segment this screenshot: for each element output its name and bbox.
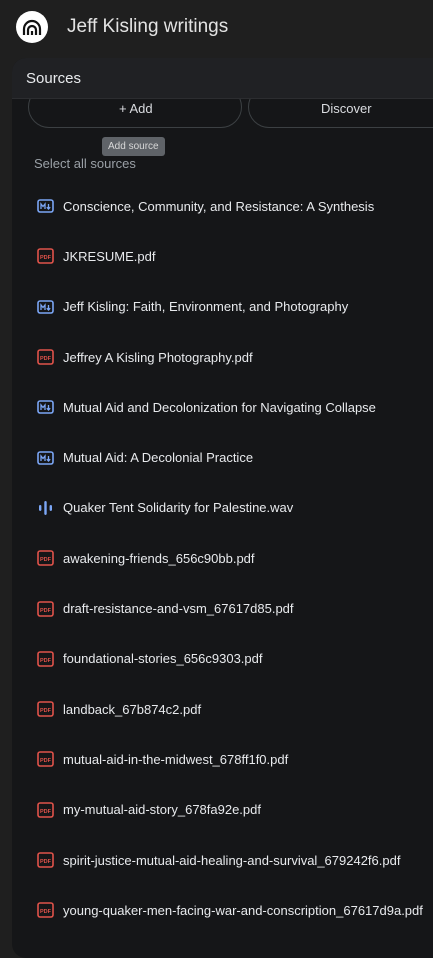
source-item[interactable]: PDF young-quaker-men-facing-war-and-consc… xyxy=(12,885,433,935)
markdown-icon xyxy=(36,299,54,315)
source-item[interactable]: PDF mutual-aid-in-the-midwest_678ff1f0.pd… xyxy=(12,734,433,784)
source-name: young-quaker-men-facing-war-and-conscrip… xyxy=(63,902,423,918)
svg-text:PDF: PDF xyxy=(40,608,52,614)
source-name: draft-resistance-and-vsm_67617d85.pdf xyxy=(63,601,294,617)
source-list: Conscience, Community, and Resistance: A… xyxy=(12,181,433,935)
source-item[interactable]: PDF draft-resistance-and-vsm_67617d85.pdf xyxy=(12,583,433,633)
source-name: Jeffrey A Kisling Photography.pdf xyxy=(63,349,253,365)
pdf-icon: PDF xyxy=(36,600,54,617)
markdown-icon xyxy=(36,399,54,415)
notebook-title[interactable]: Jeff Kisling writings xyxy=(67,16,228,38)
source-name: mutual-aid-in-the-midwest_678ff1f0.pdf xyxy=(63,751,289,767)
pdf-icon: PDF xyxy=(36,248,54,265)
pdf-icon: PDF xyxy=(36,651,54,667)
source-name: landback_67b874c2.pdf xyxy=(63,701,202,717)
svg-text:PDF: PDF xyxy=(40,859,52,865)
source-name: awakening-friends_656c90bb.pdf xyxy=(63,550,255,566)
source-item[interactable]: Mutual Aid and Decolonization for Naviga… xyxy=(12,382,433,432)
source-item[interactable]: PDF Jeffrey A Kisling Photography.pdf xyxy=(12,332,433,382)
pdf-icon: PDF xyxy=(36,852,54,868)
app-header: Jeff Kisling writings xyxy=(0,0,433,56)
panel-title: Sources xyxy=(26,70,82,87)
svg-text:PDF: PDF xyxy=(40,658,52,664)
source-item[interactable]: PDF spirit-justice-mutual-aid-healing-and… xyxy=(12,835,433,885)
svg-text:PDF: PDF xyxy=(40,909,52,915)
pdf-icon: PDF xyxy=(36,801,54,818)
pdf-icon: PDF xyxy=(36,902,54,919)
svg-text:PDF: PDF xyxy=(40,356,52,362)
source-item[interactable]: PDF JKRESUME.pdf xyxy=(12,231,433,281)
pdf-icon: PDF xyxy=(36,550,54,567)
source-name: Mutual Aid and Decolonization for Naviga… xyxy=(63,399,376,415)
svg-text:PDF: PDF xyxy=(40,255,52,261)
svg-text:PDF: PDF xyxy=(40,708,52,714)
source-name: Jeff Kisling: Faith, Environment, and Ph… xyxy=(63,299,349,315)
source-name: Quaker Tent Solidarity for Palestine.wav xyxy=(63,500,294,516)
source-item[interactable]: PDF landback_67b874c2.pdf xyxy=(12,684,433,734)
select-all-sources[interactable]: Select all sources xyxy=(34,156,136,171)
add-source-label: + Add xyxy=(119,101,153,116)
source-item[interactable]: PDF my-mutual-aid-story_678fa92e.pdf xyxy=(12,785,433,835)
source-item[interactable]: Conscience, Community, and Resistance: A… xyxy=(12,181,433,231)
svg-text:PDF: PDF xyxy=(40,809,52,815)
sources-panel-header: Sources xyxy=(12,58,433,99)
pdf-icon: PDF xyxy=(36,701,54,717)
notebook-logo-icon[interactable] xyxy=(16,11,48,43)
source-name: Mutual Aid: A Decolonial Practice xyxy=(63,450,254,466)
add-source-tooltip: Add source xyxy=(102,137,165,156)
audio-icon xyxy=(36,500,54,516)
sources-panel: + Add Discover Sources Add source Select… xyxy=(12,58,433,958)
markdown-icon xyxy=(36,198,54,214)
source-item[interactable]: Mutual Aid: A Decolonial Practice xyxy=(12,432,433,482)
source-name: foundational-stories_656c9303.pdf xyxy=(63,651,263,667)
svg-text:PDF: PDF xyxy=(40,758,52,764)
source-name: JKRESUME.pdf xyxy=(63,248,156,264)
pdf-icon: PDF xyxy=(36,349,54,365)
pdf-icon: PDF xyxy=(36,751,54,768)
source-item[interactable]: PDF awakening-friends_656c90bb.pdf xyxy=(12,533,433,583)
source-name: spirit-justice-mutual-aid-healing-and-su… xyxy=(63,852,401,868)
source-name: Conscience, Community, and Resistance: A… xyxy=(63,198,375,214)
source-item[interactable]: PDF foundational-stories_656c9303.pdf xyxy=(12,634,433,684)
source-name: my-mutual-aid-story_678fa92e.pdf xyxy=(63,802,261,818)
source-item[interactable]: Quaker Tent Solidarity for Palestine.wav xyxy=(12,483,433,533)
svg-text:PDF: PDF xyxy=(40,557,52,563)
source-item[interactable]: Jeff Kisling: Faith, Environment, and Ph… xyxy=(12,282,433,332)
markdown-icon xyxy=(36,450,54,466)
discover-label: Discover xyxy=(321,101,372,116)
